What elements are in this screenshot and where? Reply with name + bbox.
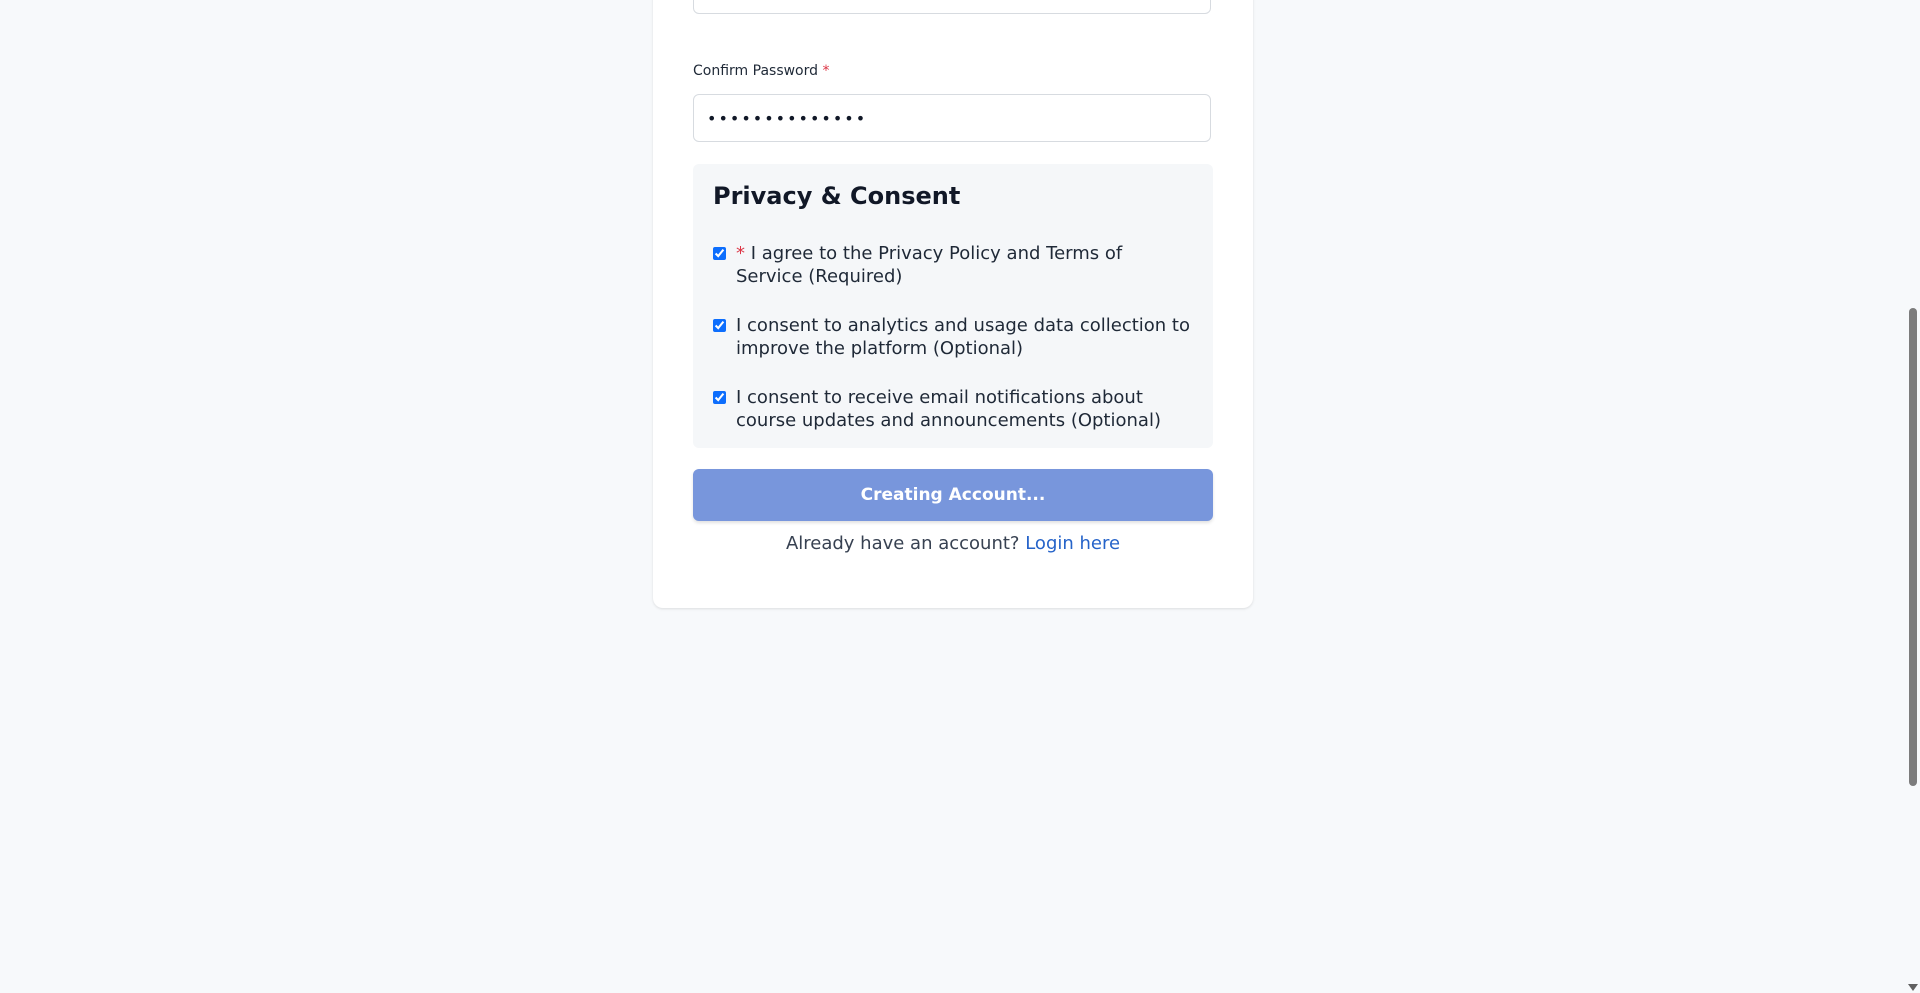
scroll-down-arrow-icon[interactable] [1908,984,1918,991]
confirm-password-input[interactable] [693,94,1211,142]
create-account-button[interactable]: Creating Account... [693,469,1213,521]
email-notifications-checkbox[interactable] [713,391,726,404]
vertical-scrollbar[interactable] [1906,0,1920,993]
login-prompt: Already have an account? Login here [693,533,1213,554]
password-input[interactable] [693,0,1211,14]
consent-item-terms[interactable]: * I agree to the Privacy Policy and Term… [713,242,1193,288]
consent-text-terms: I agree to the Privacy Policy and Terms … [736,243,1123,287]
page: Confirm Password * Privacy & Consent * I… [0,0,1920,993]
consent-label-terms: * I agree to the Privacy Policy and Term… [736,242,1193,288]
consent-title: Privacy & Consent [713,182,961,210]
terms-checkbox[interactable] [713,247,726,260]
required-marker: * [822,63,830,79]
analytics-checkbox[interactable] [713,319,726,332]
login-prompt-text: Already have an account? [785,533,1020,554]
login-link[interactable]: Login here [1025,533,1120,554]
confirm-password-label-text: Confirm Password [693,63,819,79]
scrollbar-thumb[interactable] [1909,308,1917,786]
confirm-password-label: Confirm Password * [693,63,829,79]
registration-card: Confirm Password * Privacy & Consent * I… [653,0,1253,608]
privacy-consent-section: Privacy & Consent * I agree to the Priva… [693,164,1213,448]
consent-item-email[interactable]: I consent to receive email notifications… [713,386,1193,432]
consent-text-email: I consent to receive email notifications… [736,387,1161,431]
consent-item-analytics[interactable]: I consent to analytics and usage data co… [713,314,1193,360]
consent-text-analytics: I consent to analytics and usage data co… [736,315,1190,359]
required-marker: * [736,243,745,264]
